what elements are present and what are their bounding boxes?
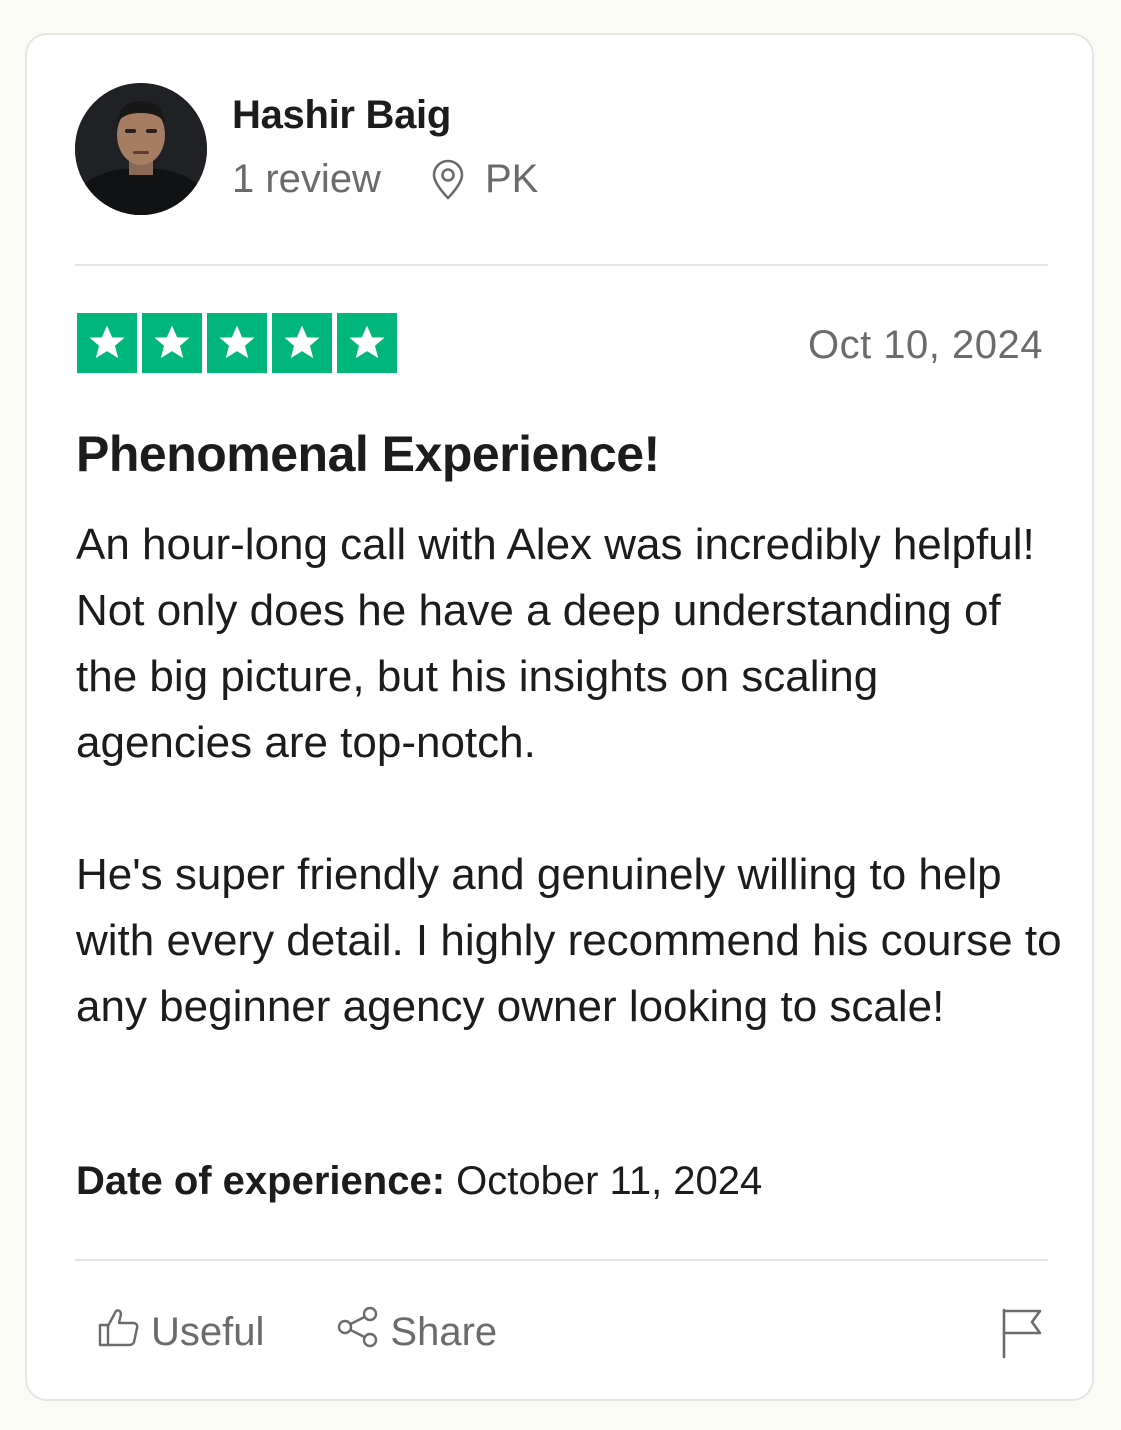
review-card: Hashir Baig 1 review PK Oct 10, 2024 Phe…: [25, 33, 1094, 1401]
star-rating: [77, 313, 397, 373]
review-actions: Useful Share: [97, 1305, 497, 1359]
header-divider: [75, 264, 1048, 266]
review-title[interactable]: Phenomenal Experience!: [76, 425, 660, 483]
share-icon: [336, 1305, 380, 1359]
thumbs-up-icon: [97, 1305, 141, 1359]
reviewer-name[interactable]: Hashir Baig: [232, 93, 451, 138]
footer-divider: [75, 1259, 1048, 1261]
star-icon: [272, 313, 332, 373]
review-count: 1 review: [232, 157, 381, 201]
star-icon: [337, 313, 397, 373]
date-of-experience: Date of experience: October 11, 2024: [76, 1159, 762, 1204]
location-pin-icon: [429, 159, 467, 201]
review-paragraph: An hour-long call with Alex was incredib…: [76, 520, 1035, 767]
star-icon: [207, 313, 267, 373]
reviewer-location: PK: [484, 157, 539, 201]
flag-icon: [1000, 1308, 1044, 1363]
review-paragraph: He's super friendly and genuinely willin…: [76, 850, 1062, 1031]
share-label: Share: [390, 1309, 498, 1354]
star-icon: [142, 313, 202, 373]
experience-label: Date of experience:: [76, 1159, 446, 1203]
reviewer-meta: 1 review PK: [232, 157, 538, 202]
review-body: An hour-long call with Alex was incredib…: [76, 512, 1066, 1040]
avatar[interactable]: [75, 83, 207, 215]
review-date: Oct 10, 2024: [807, 323, 1043, 367]
useful-label: Useful: [151, 1309, 265, 1354]
useful-button[interactable]: Useful: [97, 1305, 264, 1359]
flag-report-button[interactable]: [1000, 1307, 1044, 1364]
share-button[interactable]: Share: [336, 1305, 497, 1359]
star-icon: [77, 313, 137, 373]
experience-date: October 11, 2024: [456, 1159, 763, 1203]
